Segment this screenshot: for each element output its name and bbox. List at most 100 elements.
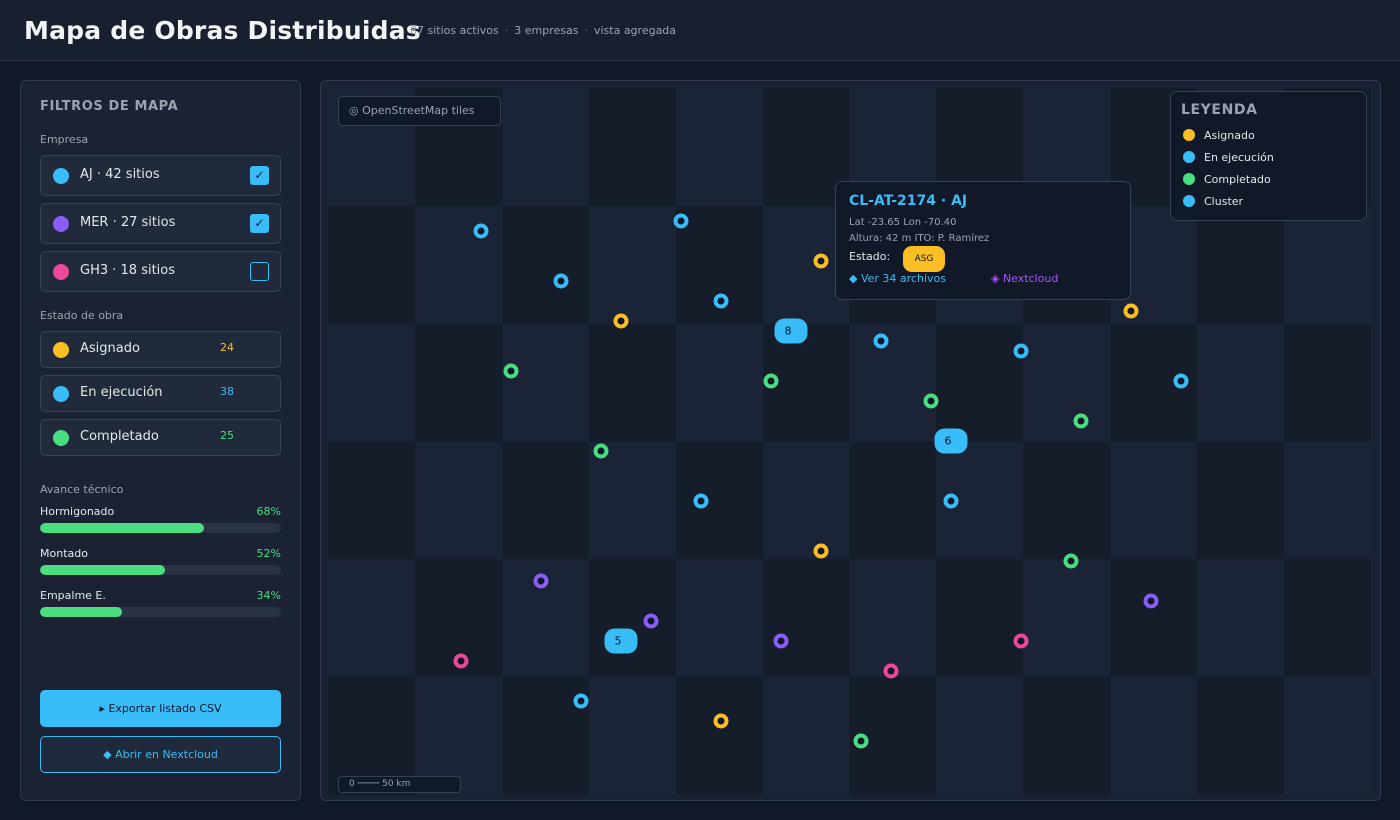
site-marker[interactable] <box>883 663 899 679</box>
site-marker[interactable] <box>613 313 629 329</box>
map-tile <box>1023 559 1111 678</box>
progress-track <box>40 523 281 533</box>
site-marker[interactable] <box>1073 413 1089 429</box>
site-marker[interactable] <box>593 443 609 459</box>
active-sites-count: 87 sitios activos <box>410 24 499 37</box>
filters-sidebar: FILTROS DE MAPA Empresa AJ · 42 sitios ✓… <box>20 80 301 801</box>
map-tile <box>1023 323 1111 442</box>
site-marker[interactable] <box>1063 553 1079 569</box>
map-tile <box>414 441 503 560</box>
site-marker[interactable] <box>553 273 569 289</box>
legend-dot <box>1183 129 1195 141</box>
legend-item-ejecucion: En ejecución <box>1183 151 1274 164</box>
company-filter-mer[interactable]: MER · 27 sitios ✓ <box>40 203 281 244</box>
company-filter-aj[interactable]: AJ · 42 sitios ✓ <box>40 155 281 196</box>
site-marker[interactable] <box>643 613 659 629</box>
site-marker[interactable] <box>1013 343 1029 359</box>
site-marker[interactable] <box>713 713 729 729</box>
map-tile <box>328 205 416 325</box>
progress-fill <box>40 523 204 533</box>
state-count: 25 <box>220 429 234 442</box>
export-csv-button[interactable]: ▸ Exportar listado CSV <box>40 690 281 727</box>
progress-percent: 52% <box>256 547 281 560</box>
site-popup: CL-AT-2174 · AJ Lat -23.65 Lon -70.40 Al… <box>835 181 1131 300</box>
state-count: 24 <box>220 341 234 354</box>
legend-item-completado: Completado <box>1183 173 1271 186</box>
site-marker[interactable] <box>693 493 709 509</box>
site-marker[interactable] <box>763 373 779 389</box>
site-marker[interactable] <box>1123 303 1139 319</box>
app-header: Mapa de Obras Distribuidas 87 sitios act… <box>0 0 1400 61</box>
site-marker[interactable] <box>1013 633 1029 649</box>
state-filter-label: Asignado <box>80 341 140 356</box>
site-marker[interactable] <box>773 633 789 649</box>
progress-label: Hormigonado <box>40 505 115 518</box>
site-marker[interactable] <box>1173 373 1189 389</box>
site-marker[interactable] <box>853 733 869 749</box>
cluster-marker[interactable]: 6 <box>934 428 968 454</box>
company-filter-gh3[interactable]: GH3 · 18 sitios ✓ <box>40 251 281 292</box>
site-marker[interactable] <box>673 213 689 229</box>
state-filter-completado[interactable]: Completado 25 <box>40 419 281 456</box>
progress-fill <box>40 565 166 575</box>
progress-label: Empalme E. <box>40 589 106 602</box>
map-tile <box>762 441 850 560</box>
company-checkbox-mer[interactable]: ✓ <box>250 214 269 233</box>
site-marker[interactable] <box>713 293 729 309</box>
map-tile <box>675 323 764 442</box>
legend-label: Asignado <box>1204 129 1255 142</box>
open-nextcloud-button[interactable]: ◆ Abrir en Nextcloud <box>40 736 281 773</box>
state-filter-ejecucion[interactable]: En ejecución 38 <box>40 375 281 412</box>
nextcloud-link[interactable]: ◈ Nextcloud <box>991 272 1058 285</box>
company-checkbox-gh3[interactable]: ✓ <box>250 262 269 281</box>
site-marker[interactable] <box>923 393 939 409</box>
legend-item-cluster: Cluster <box>1183 195 1243 208</box>
site-marker-selected[interactable] <box>813 253 829 269</box>
company-color-dot <box>53 168 69 184</box>
map-tile <box>588 677 677 796</box>
legend-label: Completado <box>1204 173 1271 186</box>
state-filter-label: Completado <box>80 429 159 444</box>
site-marker[interactable] <box>873 333 889 349</box>
state-filter-asignado[interactable]: Asignado 24 <box>40 331 281 368</box>
map-tile <box>1023 677 1111 796</box>
site-marker[interactable] <box>573 693 589 709</box>
map-tile <box>675 88 764 207</box>
cluster-marker[interactable]: 5 <box>604 628 638 654</box>
map-tile <box>1197 441 1285 560</box>
site-marker[interactable] <box>453 653 469 669</box>
map-scale-bar: 0 ──── 50 km <box>338 776 461 793</box>
map-tile <box>588 88 677 207</box>
progress-track <box>40 607 281 617</box>
header-meta: 87 sitios activos · 3 empresas · vista agreg… <box>410 24 677 37</box>
view-files-link[interactable]: ◆ Ver 34 archivos <box>849 272 946 285</box>
site-marker[interactable] <box>813 543 829 559</box>
map-legend: LEYENDA Asignado En ejecución Completado… <box>1170 91 1367 221</box>
legend-item-asignado: Asignado <box>1183 129 1255 142</box>
map-tile <box>849 441 937 560</box>
map-tile <box>675 559 764 678</box>
company-checkbox-aj[interactable]: ✓ <box>250 166 269 185</box>
map-tile <box>328 323 416 442</box>
map-view[interactable]: ◎ OpenStreetMap tiles 0 ──── 50 km 8 6 5… <box>320 80 1381 801</box>
progress-section-label: Avance técnico <box>40 483 124 496</box>
state-count: 38 <box>220 385 234 398</box>
site-marker[interactable] <box>533 573 549 589</box>
map-tile <box>1197 677 1285 796</box>
map-tile <box>588 559 677 678</box>
site-marker[interactable] <box>943 493 959 509</box>
state-section-label: Estado de obra <box>40 309 124 322</box>
site-marker[interactable] <box>503 363 519 379</box>
map-tile <box>1284 677 1372 796</box>
progress-fill <box>40 607 122 617</box>
popup-coordinates: Lat -23.65 Lon -70.40 <box>849 217 957 228</box>
popup-site-title: CL-AT-2174 · AJ <box>849 193 968 209</box>
map-tile <box>1197 323 1285 442</box>
site-marker[interactable] <box>473 223 489 239</box>
cluster-marker[interactable]: 8 <box>774 318 808 344</box>
company-filter-label: MER · 27 sitios <box>80 215 176 230</box>
legend-dot <box>1183 173 1195 185</box>
map-tile <box>849 559 937 678</box>
map-tile <box>414 323 503 442</box>
site-marker[interactable] <box>1143 593 1159 609</box>
